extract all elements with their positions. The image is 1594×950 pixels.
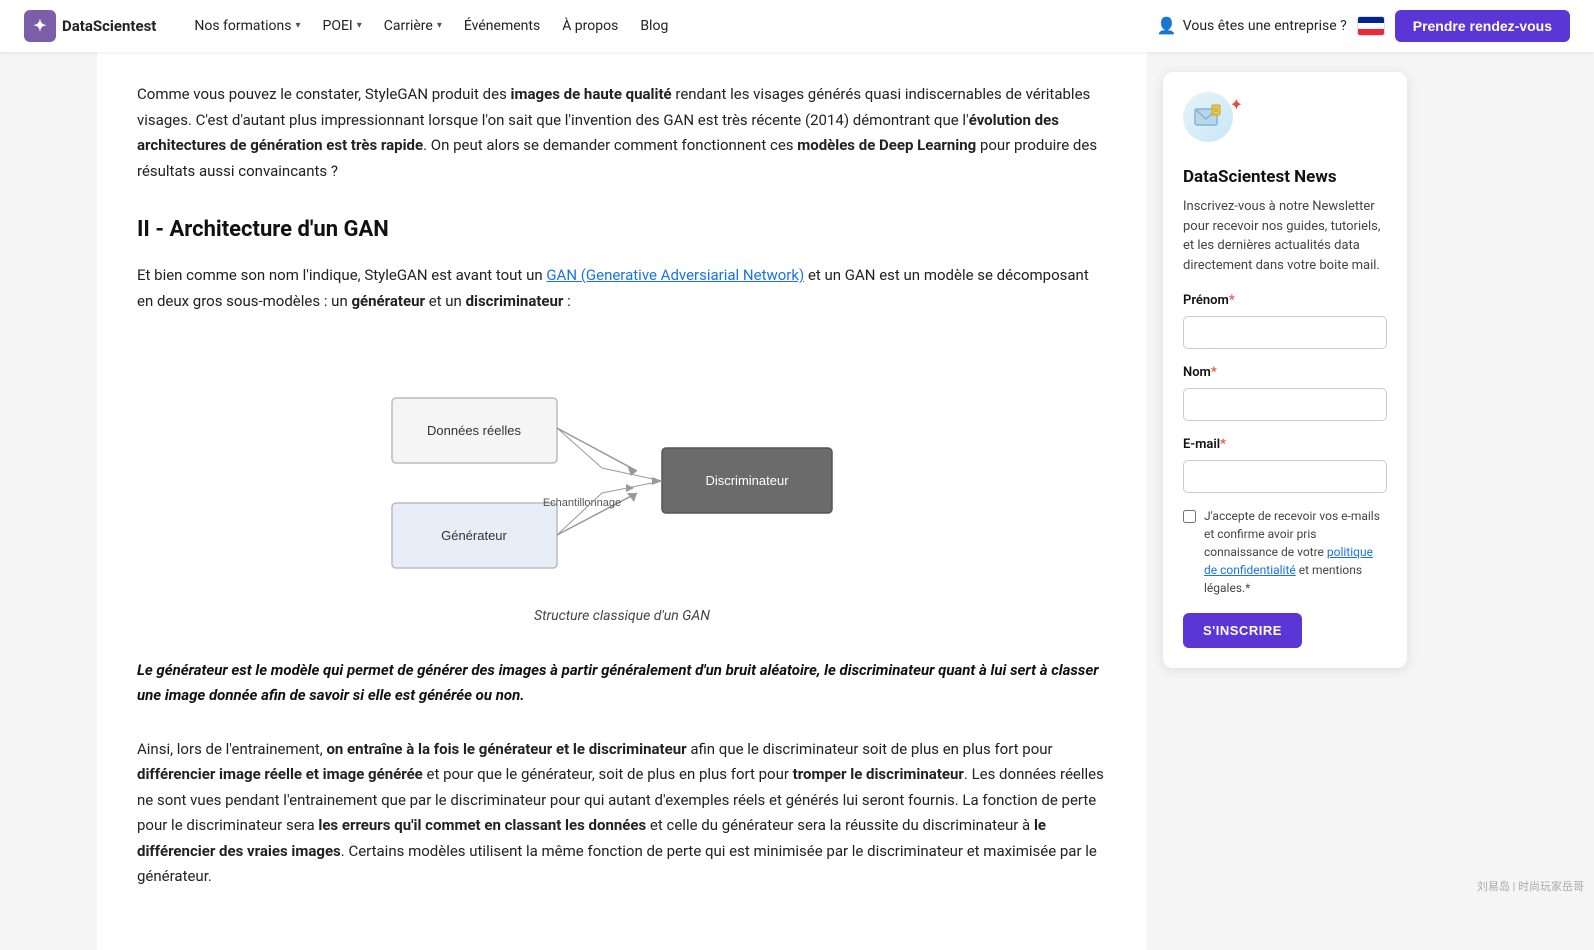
nom-required: * bbox=[1211, 365, 1217, 380]
section-heading: II - Architecture d'un GAN bbox=[137, 212, 1107, 247]
nav-item-poei[interactable]: POEI ▾ bbox=[313, 9, 372, 43]
card-description: Inscrivez-vous à notre Newsletter pour r… bbox=[1183, 197, 1387, 275]
diagram-wrapper: Données réelles Générateur Discriminateu… bbox=[137, 338, 1107, 627]
newsletter-card: ✦ DataScientest News Inscrivez-vous à no… bbox=[1163, 72, 1407, 668]
quote-block: Le générateur est le modèle qui permet d… bbox=[137, 658, 1107, 709]
card-header: ✦ bbox=[1183, 92, 1387, 152]
prenom-group: Prénom* bbox=[1183, 291, 1387, 349]
chevron-down-icon: ▾ bbox=[437, 18, 442, 34]
nav-label-blog: Blog bbox=[640, 15, 668, 37]
logo-icon: ✦ bbox=[24, 10, 56, 42]
cta-button[interactable]: Prendre rendez-vous bbox=[1395, 10, 1570, 42]
nav-item-formations[interactable]: Nos formations ▾ bbox=[184, 9, 310, 43]
page-wrapper: Comme vous pouvez le constater, StyleGAN… bbox=[97, 0, 1497, 950]
email-label: E-mail* bbox=[1183, 435, 1387, 456]
email-input[interactable] bbox=[1183, 460, 1387, 493]
nav-label-carriere: Carrière bbox=[384, 15, 433, 37]
nom-label: Nom* bbox=[1183, 363, 1387, 384]
nav-links: Nos formations ▾ POEI ▾ Carrière ▾ Événe… bbox=[184, 9, 1156, 43]
prenom-input[interactable] bbox=[1183, 316, 1387, 349]
svg-text:Discriminateur: Discriminateur bbox=[705, 473, 789, 488]
enterprise-icon: 👤 bbox=[1157, 13, 1177, 39]
svg-text:Données réelles: Données réelles bbox=[427, 423, 521, 438]
nom-group: Nom* bbox=[1183, 363, 1387, 421]
nav-label-formations: Nos formations bbox=[194, 15, 291, 37]
chevron-down-icon: ▾ bbox=[295, 18, 300, 34]
flag-red bbox=[1358, 29, 1384, 35]
card-title: DataScientest News bbox=[1183, 164, 1387, 191]
svg-text:Echantillonnage: Echantillonnage bbox=[543, 497, 621, 509]
checkbox-row: J'accepte de recevoir vos e-mails et con… bbox=[1183, 507, 1387, 597]
svg-text:Générateur: Générateur bbox=[441, 528, 507, 543]
bottom-paragraph: Ainsi, lors de l'entrainement, on entraî… bbox=[137, 737, 1107, 890]
intro-paragraph: Comme vous pouvez le constater, StyleGAN… bbox=[137, 82, 1107, 184]
nav-item-apropos[interactable]: À propos bbox=[552, 9, 628, 43]
nom-input[interactable] bbox=[1183, 388, 1387, 421]
nav-item-evenements[interactable]: Événements bbox=[454, 9, 550, 43]
chevron-down-icon: ▾ bbox=[357, 18, 362, 34]
privacy-link[interactable]: politique de confidentialité bbox=[1204, 545, 1373, 577]
star-icon: ✦ bbox=[1230, 92, 1243, 118]
enterprise-link[interactable]: 👤 Vous êtes une entreprise ? bbox=[1157, 13, 1347, 39]
gan-diagram: Données réelles Générateur Discriminateu… bbox=[372, 338, 872, 595]
logo-text: DataScientest bbox=[62, 14, 156, 38]
main-content: Comme vous pouvez le constater, StyleGAN… bbox=[97, 52, 1147, 950]
nav-item-blog[interactable]: Blog bbox=[630, 9, 678, 43]
subscribe-button[interactable]: S'INSCRIRE bbox=[1183, 613, 1302, 648]
newsletter-form: Prénom* Nom* E-mail* bbox=[1183, 291, 1387, 647]
consent-checkbox[interactable] bbox=[1183, 510, 1196, 523]
prenom-label: Prénom* bbox=[1183, 291, 1387, 312]
prenom-required: * bbox=[1229, 293, 1235, 308]
enterprise-label: Vous êtes une entreprise ? bbox=[1183, 15, 1347, 37]
navbar: ✦ DataScientest Nos formations ▾ POEI ▾ … bbox=[0, 0, 1594, 52]
nav-right: 👤 Vous êtes une entreprise ? Prendre ren… bbox=[1157, 10, 1570, 42]
checkbox-label: J'accepte de recevoir vos e-mails et con… bbox=[1204, 507, 1387, 597]
nav-item-carriere[interactable]: Carrière ▾ bbox=[374, 9, 452, 43]
email-required: * bbox=[1220, 437, 1226, 452]
nav-label-poei: POEI bbox=[323, 15, 353, 37]
newsletter-icon bbox=[1183, 92, 1233, 142]
icon-wrapper: ✦ bbox=[1183, 92, 1243, 152]
checkbox-required: * bbox=[1245, 581, 1250, 595]
navbar-logo[interactable]: ✦ DataScientest bbox=[24, 10, 156, 42]
sidebar: ✦ DataScientest News Inscrivez-vous à no… bbox=[1147, 52, 1427, 950]
diagram-caption: Structure classique d'un GAN bbox=[534, 605, 710, 627]
gan-link[interactable]: GAN (Generative Adversiarial Network) bbox=[546, 266, 804, 284]
flag-france[interactable] bbox=[1357, 16, 1385, 36]
section-paragraph-1: Et bien comme son nom l'indique, StyleGA… bbox=[137, 263, 1107, 314]
email-group: E-mail* bbox=[1183, 435, 1387, 493]
nav-label-evenements: Événements bbox=[464, 15, 540, 37]
nav-label-apropos: À propos bbox=[562, 15, 618, 37]
